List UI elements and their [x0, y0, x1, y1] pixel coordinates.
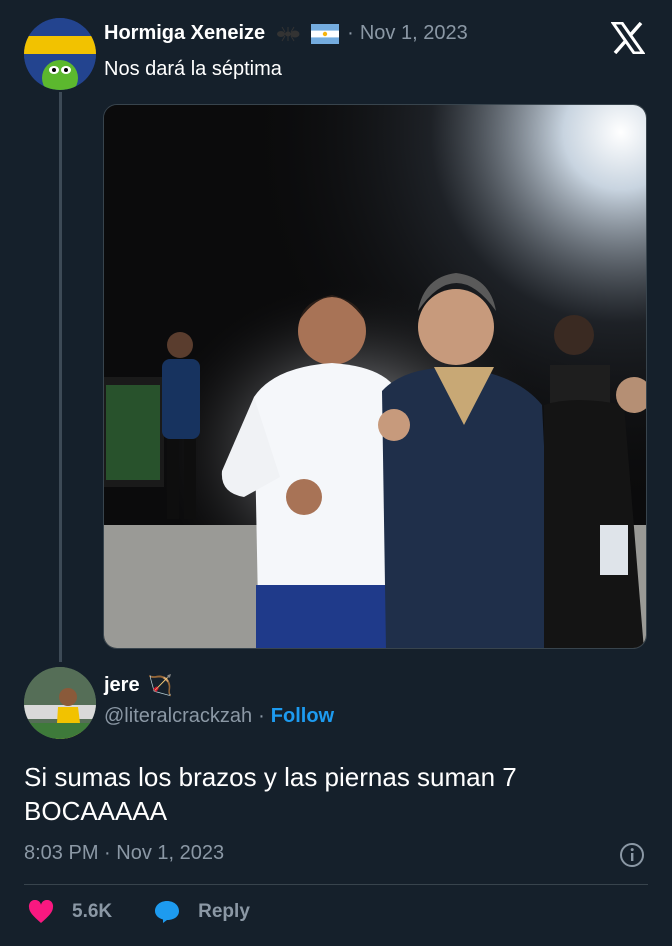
heart-icon	[28, 900, 54, 923]
author-name[interactable]: jere	[104, 674, 140, 697]
action-bar: 5.6K Reply	[28, 900, 250, 924]
reply-button[interactable]: Reply	[154, 900, 250, 924]
author-name-row: jere 🏹	[104, 673, 173, 698]
argentina-flag-icon	[311, 23, 340, 44]
quoted-text: Nos dará la séptima	[104, 58, 282, 80]
quoted-author-name[interactable]: Hormiga Xeneize	[104, 22, 265, 45]
reply-label: Reply	[198, 901, 250, 922]
quoted-date[interactable]: Nov 1, 2023	[360, 22, 468, 45]
like-count: 5.6K	[72, 901, 113, 922]
tweet-timestamp[interactable]: 8:03 PM · Nov 1, 2023	[24, 842, 224, 865]
separator-dot: ·	[347, 22, 354, 44]
tweet-card: Hormiga Xeneize · Nov 1, 2023 Nos dará l…	[0, 0, 672, 946]
tweet-text: Si sumas los brazos y las piernas suman …	[24, 762, 517, 826]
follow-button[interactable]: Follow	[271, 705, 334, 728]
author-avatar[interactable]	[24, 667, 96, 739]
like-button[interactable]: 5.6K	[28, 900, 112, 924]
quoted-author-avatar[interactable]	[24, 18, 96, 90]
divider	[24, 884, 648, 885]
quoted-header: Hormiga Xeneize · Nov 1, 2023	[104, 22, 468, 45]
separator-dot: ·	[258, 705, 265, 727]
quoted-photo[interactable]	[103, 104, 647, 649]
info-icon[interactable]	[619, 842, 645, 868]
reply-bubble-icon	[155, 901, 180, 923]
x-logo-icon[interactable]	[610, 21, 646, 55]
ant-icon	[275, 24, 301, 44]
handle-row: @literalcrackzah · Follow	[104, 705, 334, 728]
thread-connector-line	[59, 92, 62, 662]
author-handle[interactable]: @literalcrackzah	[104, 705, 252, 728]
bow-and-arrow-icon: 🏹	[147, 675, 173, 697]
